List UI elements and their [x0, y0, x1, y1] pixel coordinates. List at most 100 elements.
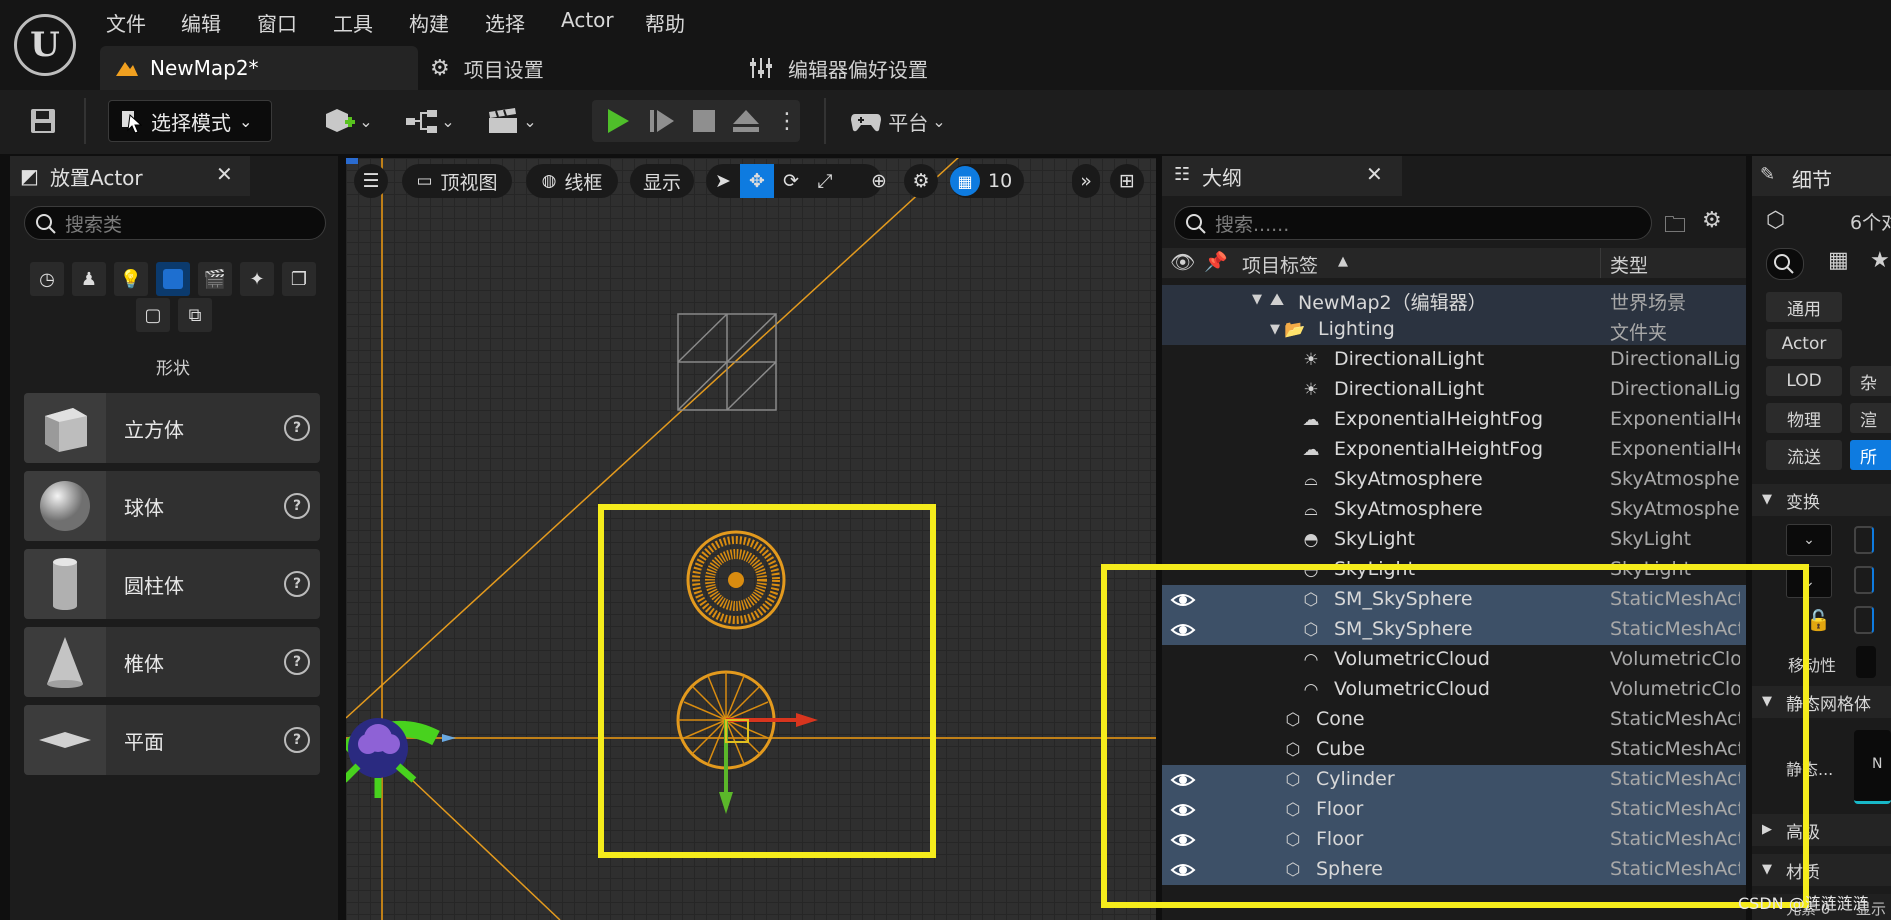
shape-item-sphere[interactable]: 球体 ?	[24, 471, 320, 541]
basic-icon[interactable]: ♟	[72, 262, 106, 296]
select-cursor-icon[interactable]: ➤	[706, 170, 740, 192]
outliner-row[interactable]: ⌓ SkyAtmosphere SkyAtmosphere	[1162, 465, 1746, 495]
details-search-input[interactable]	[1766, 248, 1804, 280]
scale-field[interactable]	[1854, 606, 1874, 634]
help-icon[interactable]: ?	[284, 415, 310, 441]
cinematic-icon[interactable]: 🎬	[198, 262, 232, 296]
scale-icon[interactable]: ⤢	[808, 170, 842, 192]
tab-editor-preferences[interactable]: 编辑器偏好设置	[748, 46, 928, 90]
add-folder-icon[interactable]: 🗀	[1664, 208, 1686, 246]
all-classes-icon[interactable]: ⧉	[178, 298, 212, 332]
unreal-logo-icon[interactable]: U	[14, 14, 76, 76]
volumes-icon[interactable]: ▢	[136, 298, 170, 332]
place-actor-search-input[interactable]: 搜索类	[24, 206, 326, 240]
grid-snap-control[interactable]: ▦ 10	[950, 164, 1024, 198]
menu-select[interactable]: 选择	[485, 8, 525, 37]
grid-value: 10	[988, 170, 1013, 192]
viewport-menu-button[interactable]: ☰	[354, 164, 388, 198]
filter-lod-button[interactable]: LOD	[1766, 366, 1842, 396]
add-actor-button[interactable]: ⌄	[320, 100, 376, 142]
menu-tools[interactable]: 工具	[333, 8, 373, 37]
lock-icon[interactable]: 🔓	[1806, 608, 1831, 632]
help-icon[interactable]: ?	[284, 727, 310, 753]
step-button[interactable]	[644, 100, 680, 142]
table-view-icon[interactable]: ▦	[1828, 248, 1849, 273]
outliner-row[interactable]: ▼ 📂 Lighting 文件夹	[1162, 315, 1746, 345]
column-label[interactable]: 项目标签	[1242, 251, 1318, 278]
details-tab[interactable]: ✎ 细节	[1752, 156, 1891, 196]
blueprint-button[interactable]: ⌄	[402, 100, 458, 142]
close-icon[interactable]: ✕	[1366, 162, 1383, 186]
filter-actor-button[interactable]: Actor	[1766, 329, 1842, 359]
eye-header-icon[interactable]: 👁	[1170, 250, 1195, 274]
select-mode-dropdown[interactable]: 选择模式 ⌄	[108, 100, 272, 142]
menu-file[interactable]: 文件	[106, 8, 146, 37]
shape-item-cone[interactable]: 椎体 ?	[24, 627, 320, 697]
pin-icon[interactable]: 📌	[1204, 250, 1228, 273]
column-type[interactable]: 类型	[1610, 251, 1648, 278]
filter-rendering-button[interactable]: 渲	[1850, 403, 1891, 433]
eject-button[interactable]	[728, 100, 764, 142]
geometry-icon[interactable]: ❐	[282, 262, 316, 296]
layout-icon: ⊞	[1119, 170, 1135, 192]
filter-all-button[interactable]: 所	[1850, 440, 1891, 470]
outliner-row[interactable]: ☁ ExponentialHeightFog ExponentialHeight…	[1162, 435, 1746, 465]
help-icon[interactable]: ?	[284, 493, 310, 519]
show-button[interactable]: 显示	[630, 164, 694, 198]
surface-snap-button[interactable]: ⚙	[904, 164, 938, 198]
outliner-row[interactable]: ☀ DirectionalLight DirectionalLight	[1162, 375, 1746, 405]
place-actor-tab[interactable]: ◩ 放置Actor ✕	[10, 156, 250, 196]
help-icon[interactable]: ?	[284, 571, 310, 597]
platform-dropdown[interactable]: 平台 ⌄	[848, 100, 948, 142]
recent-icon[interactable]: ◷	[30, 262, 64, 296]
shapes-icon[interactable]	[156, 262, 190, 296]
filter-misc-button[interactable]: 杂	[1850, 366, 1891, 396]
move-icon[interactable]: ✥	[740, 164, 774, 198]
mobility-toggle[interactable]	[1856, 646, 1876, 678]
outliner-row[interactable]: ☁ ExponentialHeightFog ExponentialHeight…	[1162, 405, 1746, 435]
settings-gear-icon[interactable]: ⚙	[1702, 208, 1722, 233]
menu-build[interactable]: 构建	[409, 8, 449, 37]
play-options-icon[interactable]: ⋮	[776, 100, 798, 142]
highlight-box-outliner	[1101, 564, 1809, 908]
world-local-button[interactable]: ⊕	[862, 164, 896, 198]
outliner-row[interactable]: ◓ SkyLight SkyLight	[1162, 525, 1746, 555]
wireframe-button[interactable]: ◍ 线框	[526, 164, 618, 198]
shape-item-plane[interactable]: 平面 ?	[24, 705, 320, 775]
lights-icon[interactable]: 💡	[114, 262, 148, 296]
favorite-star-icon[interactable]: ★	[1870, 248, 1890, 273]
save-button[interactable]	[24, 100, 62, 142]
outliner-row[interactable]: ▼ ⛰ NewMap2（编辑器） 世界场景	[1162, 285, 1746, 315]
filter-streaming-button[interactable]: 流送	[1766, 440, 1842, 470]
shape-item-cube[interactable]: 立方体 ?	[24, 393, 320, 463]
menu-actor[interactable]: Actor	[561, 8, 614, 32]
static-mesh-thumbnail[interactable]: N	[1854, 730, 1891, 804]
cinematics-button[interactable]: ⌄	[484, 100, 540, 142]
shape-item-cylinder[interactable]: 圆柱体 ?	[24, 549, 320, 619]
filter-physics-button[interactable]: 物理	[1766, 403, 1842, 433]
visual-effects-icon[interactable]: ✦	[240, 262, 274, 296]
outliner-row[interactable]: ⌓ SkyAtmosphere SkyAtmosphere	[1162, 495, 1746, 525]
tab-project-settings[interactable]: ⚙ 项目设置	[430, 46, 544, 90]
view-mode-button[interactable]: ▭ 顶视图	[402, 164, 512, 198]
outliner-row[interactable]: ☀ DirectionalLight DirectionalLight	[1162, 345, 1746, 375]
expand-toolbar-button[interactable]: »	[1072, 164, 1100, 198]
stop-button[interactable]	[686, 100, 722, 142]
outliner-search-input[interactable]: 搜索......	[1174, 206, 1652, 240]
help-icon[interactable]: ?	[284, 649, 310, 675]
tab-newmap2[interactable]: NewMap2*	[100, 46, 418, 90]
menu-window[interactable]: 窗口	[257, 8, 297, 37]
category-label: 形状	[156, 359, 190, 379]
location-dropdown[interactable]: ⌄	[1786, 524, 1832, 556]
play-button[interactable]	[600, 100, 636, 142]
section-transform[interactable]: ▼ 变换	[1752, 484, 1891, 516]
location-field[interactable]	[1854, 526, 1874, 554]
menu-help[interactable]: 帮助	[645, 8, 685, 37]
rotation-field[interactable]	[1854, 566, 1874, 594]
menu-edit[interactable]: 编辑	[181, 8, 221, 37]
filter-general-button[interactable]: 通用	[1766, 292, 1842, 322]
rotate-icon[interactable]: ⟳	[774, 170, 808, 192]
layout-button[interactable]: ⊞	[1110, 164, 1144, 198]
outliner-tab[interactable]: ☷ 大纲 ✕	[1162, 156, 1402, 196]
close-icon[interactable]: ✕	[216, 162, 233, 186]
